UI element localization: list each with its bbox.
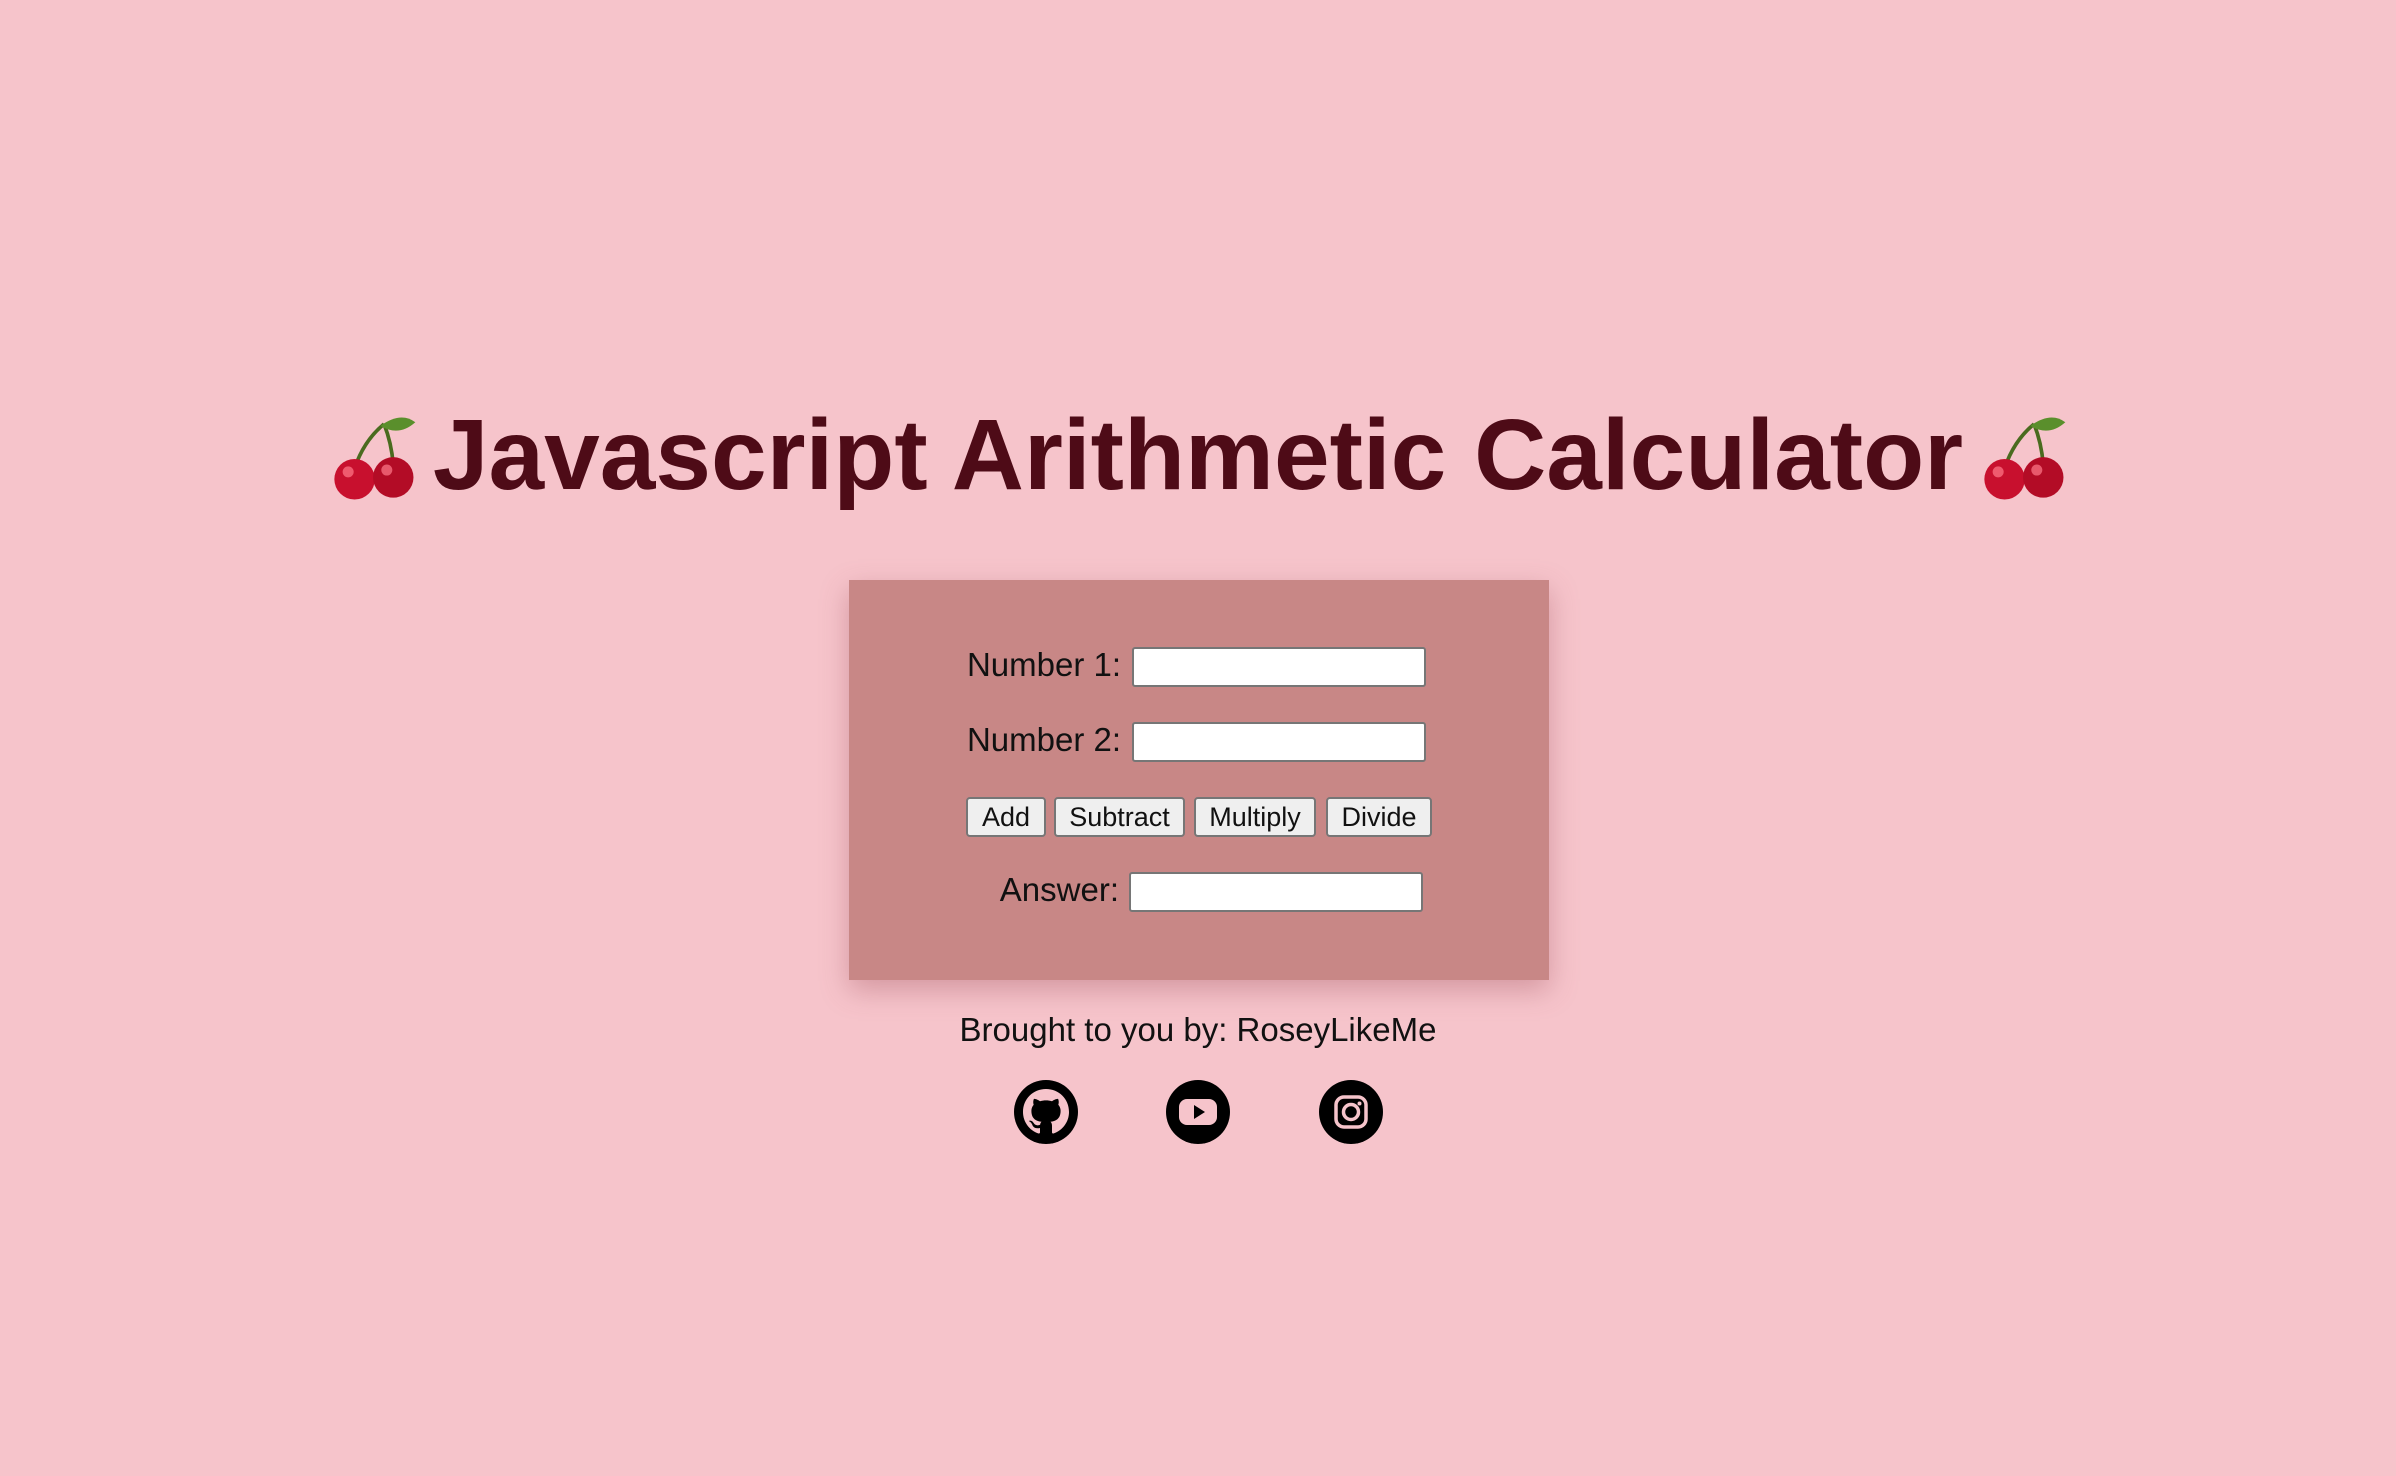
subtract-button[interactable]: Subtract	[1054, 797, 1185, 837]
number1-label: Number 1:	[966, 646, 1121, 683]
number1-input[interactable]	[1132, 647, 1426, 687]
cherry-icon	[327, 409, 419, 509]
page-header: Javascript Arithmetic Calculator	[0, 380, 2396, 530]
instagram-link[interactable]	[1319, 1080, 1383, 1144]
page-title: Javascript Arithmetic Calculator	[432, 399, 1964, 511]
number2-input[interactable]	[1132, 722, 1426, 762]
youtube-icon	[1166, 1080, 1230, 1144]
github-link[interactable]	[1014, 1080, 1078, 1144]
add-button[interactable]: Add	[966, 797, 1046, 837]
youtube-link[interactable]	[1166, 1080, 1230, 1144]
answer-label: Answer:	[999, 871, 1119, 908]
credit-text: Brought to you by: RoseyLikeMe	[959, 1011, 1437, 1048]
cherry-icon	[1977, 409, 2069, 509]
answer-output[interactable]	[1129, 872, 1423, 912]
github-icon	[1014, 1080, 1078, 1144]
multiply-button[interactable]: Multiply	[1194, 797, 1316, 837]
calculator-panel: Number 1: Number 2: Add Subtract Multipl…	[849, 580, 1549, 980]
number2-label: Number 2:	[966, 721, 1121, 758]
divide-button[interactable]: Divide	[1326, 797, 1432, 837]
instagram-icon	[1319, 1080, 1383, 1144]
